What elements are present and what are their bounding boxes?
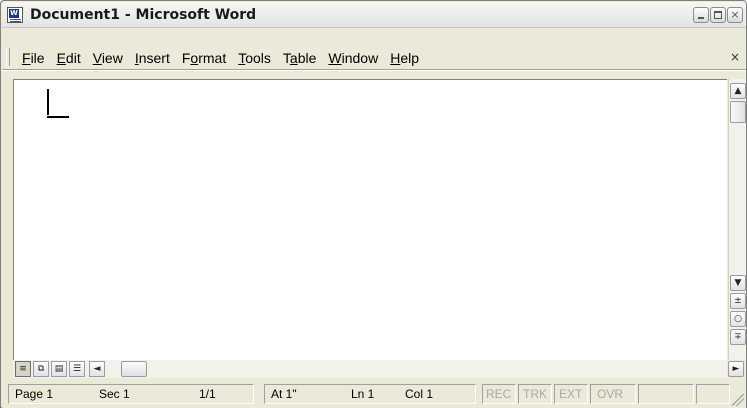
status-bar: Page 1 Sec 1 1/1 At 1" Ln 1 Col 1 REC TR… (2, 380, 746, 408)
app-icon-lines (10, 19, 21, 20)
close-document-button[interactable]: × (728, 50, 742, 64)
horizontal-scroll-thumb[interactable] (121, 361, 147, 377)
menu-label-part: nsert (138, 50, 170, 66)
menu-item-table[interactable]: Table (277, 49, 322, 67)
status-line: Ln 1 (351, 387, 375, 401)
vertical-scroll-thumb[interactable] (730, 101, 746, 123)
scroll-left-button[interactable]: ◄ (89, 361, 105, 377)
scroll-up-button[interactable]: ▲ (730, 83, 746, 99)
status-section: Sec 1 (99, 387, 130, 401)
text-cursor (47, 89, 49, 115)
minimize-button[interactable] (693, 7, 709, 23)
print-layout-view-button[interactable]: ▤ (51, 361, 67, 377)
menu-label-part: ile (30, 50, 45, 66)
word-app-icon[interactable]: W (7, 7, 23, 23)
normal-view-button[interactable]: ≡ (15, 361, 31, 377)
select-browse-object-button[interactable]: ○ (730, 311, 746, 327)
spelling-status-panel (696, 384, 730, 404)
menu-accelerator-key: a (289, 50, 298, 66)
status-page-count: 1/1 (199, 387, 216, 401)
track-changes-indicator[interactable]: TRK (518, 384, 552, 404)
end-of-document-mark (47, 116, 69, 118)
close-window-button[interactable]: × (727, 7, 743, 23)
menu-item-window[interactable]: Window (322, 49, 384, 67)
resize-grip-icon[interactable] (732, 394, 744, 406)
menu-item-edit[interactable]: Edit (51, 49, 87, 67)
menu-items: File Edit View Insert Format Tools Table Window… (16, 49, 425, 67)
view-and-horizontal-scroll-bar: ≡ ⧉ ▤ ☰ ◄ (13, 360, 727, 378)
app-icon-letter: W (9, 9, 19, 18)
menu-item-file[interactable]: File (16, 49, 51, 67)
web-layout-view-button[interactable]: ⧉ (33, 361, 49, 377)
menu-accelerator-key: H (390, 50, 401, 66)
menu-accelerator-key: V (92, 50, 102, 66)
menu-item-format[interactable]: Format (176, 49, 232, 67)
minimize-icon (698, 17, 704, 19)
scroll-right-button[interactable]: ► (728, 361, 744, 377)
status-cursor-panel: At 1" Ln 1 Col 1 (264, 384, 476, 404)
menu-bar: File Edit View Insert Format Tools Table Window… (2, 45, 746, 69)
status-at: At 1" (271, 387, 297, 401)
extend-selection-indicator[interactable]: EXT (554, 384, 588, 404)
window-controls: × (693, 7, 743, 23)
menu-item-insert[interactable]: Insert (129, 49, 176, 67)
title-bar[interactable]: W Document1 - Microsoft Word × (2, 2, 746, 28)
outline-view-button[interactable]: ☰ (69, 361, 85, 377)
maximize-button[interactable] (710, 7, 726, 23)
menu-label-part: iew (101, 50, 123, 66)
overtype-indicator[interactable]: OVR (590, 384, 636, 404)
menu-accelerator-key: E (56, 50, 66, 66)
menu-item-help[interactable]: Help (384, 49, 425, 67)
menu-label-part: indow (341, 50, 379, 66)
menubar-divider (2, 69, 746, 71)
menu-accelerator-key: F (22, 50, 31, 66)
menu-item-tools[interactable]: Tools (232, 49, 277, 67)
record-macro-indicator[interactable]: REC (482, 384, 516, 404)
close-icon: × (730, 8, 740, 21)
word-window: W Document1 - Microsoft Word × File Edit V… (0, 0, 747, 408)
status-page: Page 1 (15, 387, 54, 401)
menu-item-view[interactable]: View (87, 49, 129, 67)
vertical-scrollbar[interactable]: ▲ ▼ ± ○ ∓ (728, 79, 746, 360)
menu-label-part: elp (400, 50, 419, 66)
menu-accelerator-key: W (328, 50, 342, 66)
maximize-icon (714, 11, 722, 19)
next-page-button[interactable]: ∓ (730, 329, 746, 345)
status-column: Col 1 (405, 387, 434, 401)
menu-label-part: T (282, 50, 290, 66)
previous-page-button[interactable]: ± (730, 293, 746, 309)
status-position-panel: Page 1 Sec 1 1/1 (8, 384, 254, 404)
menu-label-part: ble (297, 50, 317, 66)
document-editing-area[interactable] (13, 79, 727, 360)
menu-label-part: dit (65, 50, 81, 66)
window-title: Document1 - Microsoft Word (30, 7, 257, 23)
scroll-down-button[interactable]: ▼ (730, 275, 746, 291)
menu-label-part: ools (245, 50, 271, 66)
language-status-panel (638, 384, 694, 404)
menu-label-part: rmat (198, 50, 227, 66)
